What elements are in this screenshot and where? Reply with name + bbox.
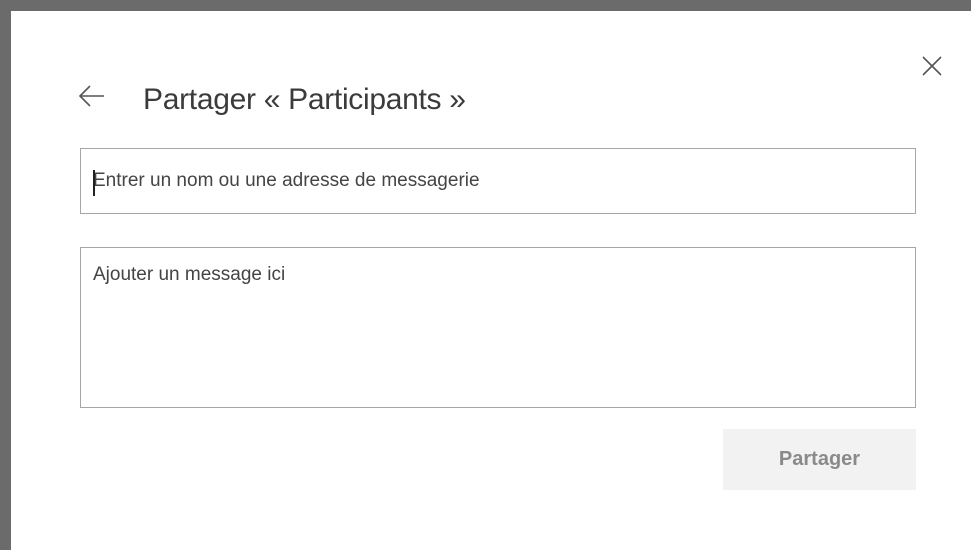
window-frame-left: [0, 0, 11, 550]
share-button[interactable]: Partager: [723, 429, 916, 490]
message-textarea[interactable]: [81, 248, 915, 407]
close-icon: [918, 52, 946, 80]
recipient-input[interactable]: [81, 149, 915, 213]
arrow-left-icon: [78, 84, 106, 108]
dialog-title: Partager « Participants »: [143, 83, 466, 116]
text-caret: [93, 170, 95, 196]
close-button[interactable]: [918, 52, 946, 80]
recipient-field-container: [80, 148, 916, 214]
window-frame-top: [0, 0, 971, 11]
share-dialog: Partager « Participants » Partager: [0, 0, 971, 550]
back-button[interactable]: [78, 84, 106, 108]
message-field-container: [80, 247, 916, 408]
